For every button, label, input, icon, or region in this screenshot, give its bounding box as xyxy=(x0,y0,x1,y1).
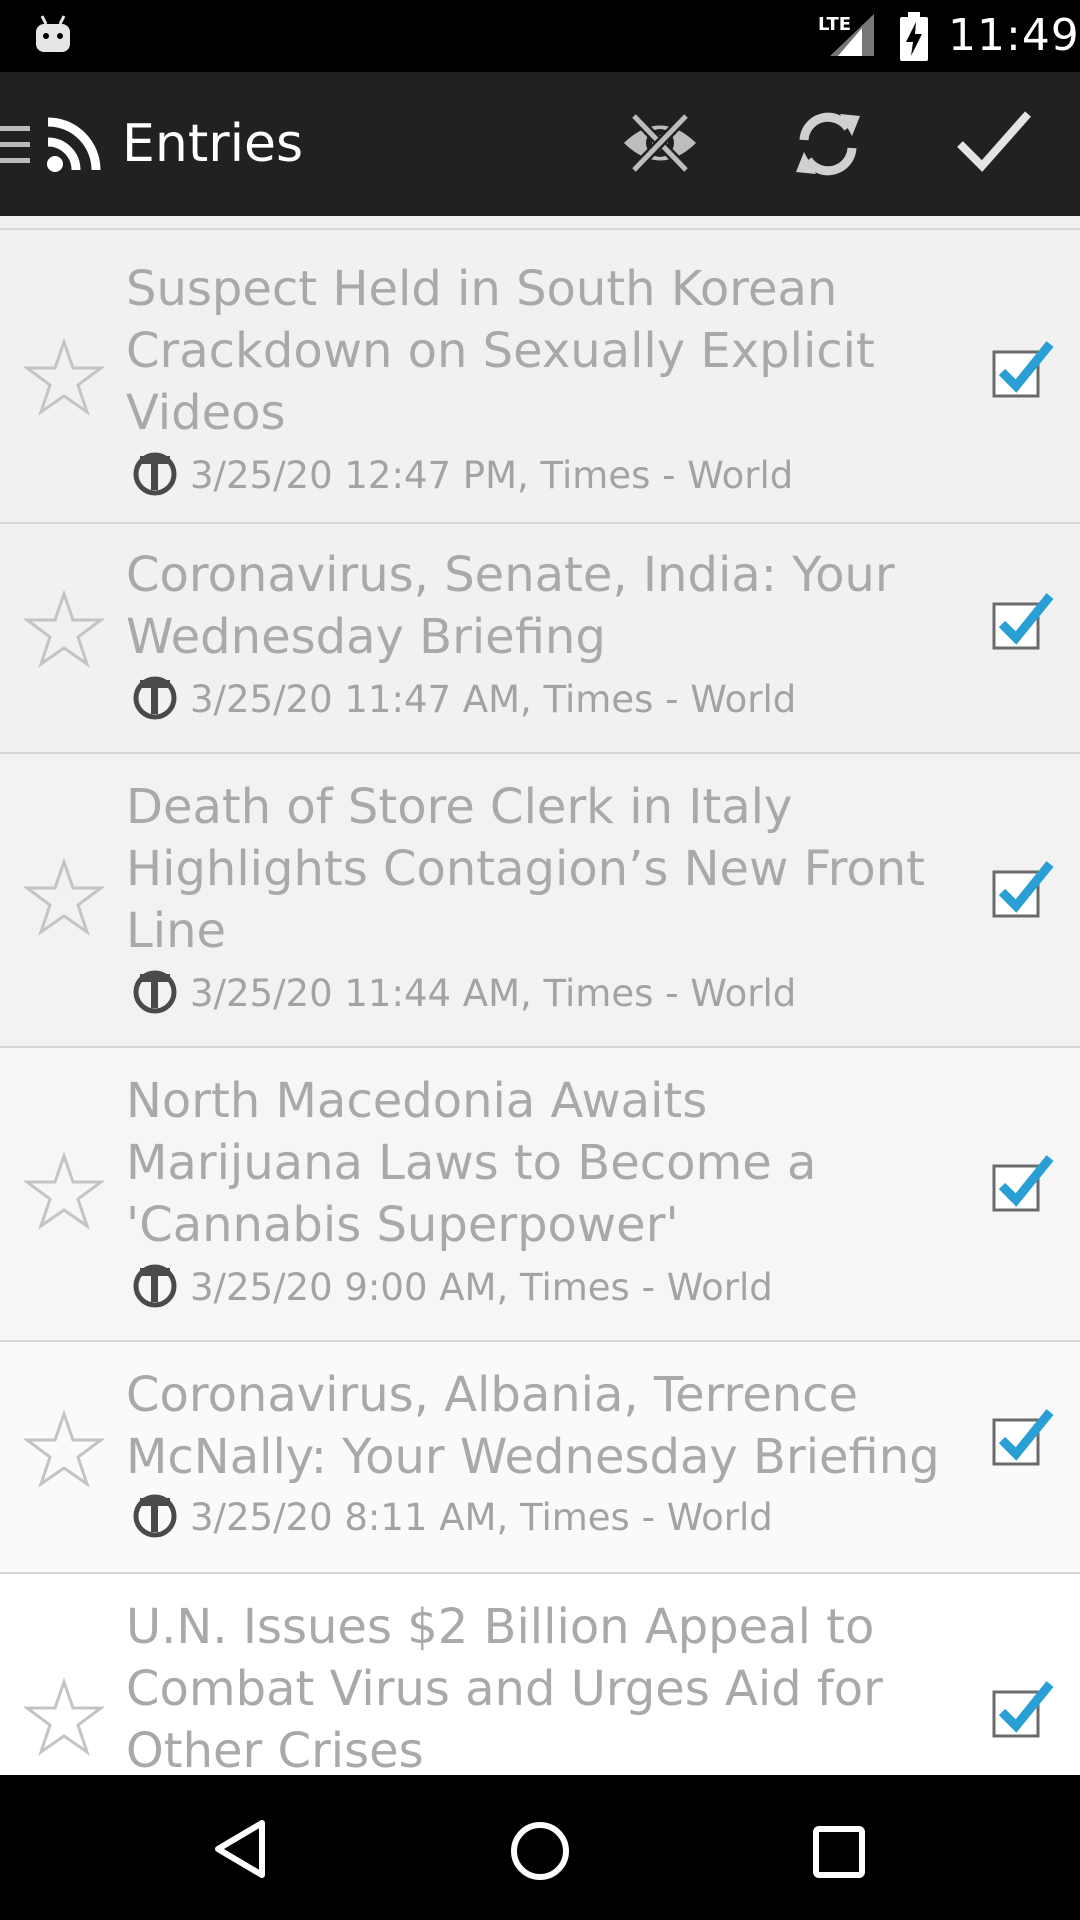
list-header-divider xyxy=(0,216,1080,230)
status-bar: LTE 11:49 xyxy=(0,0,1080,72)
battery-charging-icon xyxy=(900,12,928,61)
read-checkbox[interactable] xyxy=(990,858,1056,924)
entry-title: Coronavirus, Senate, India: Your Wednesd… xyxy=(126,547,895,665)
star-icon[interactable] xyxy=(24,590,104,670)
star-icon[interactable] xyxy=(24,858,104,938)
star-icon[interactable] xyxy=(24,1152,104,1232)
entry-title: Suspect Held in South Korean Crackdown o… xyxy=(126,261,875,441)
mark-all-read-icon[interactable] xyxy=(956,108,1032,172)
star-icon[interactable] xyxy=(24,1678,104,1758)
svg-text:LTE: LTE xyxy=(818,14,851,35)
star-icon[interactable] xyxy=(24,1410,104,1490)
star-icon[interactable] xyxy=(24,338,104,418)
entry-meta: 3/25/20 11:44 AM, Times - World xyxy=(190,972,797,1015)
read-checkbox[interactable] xyxy=(990,590,1056,656)
entry-title: North Macedonia Awaits Marijuana Laws to… xyxy=(126,1073,817,1253)
entry-list[interactable]: Suspect Held in South Korean Crackdown o… xyxy=(0,230,1080,1775)
read-checkbox[interactable] xyxy=(990,1152,1056,1218)
android-notification-icon xyxy=(36,15,70,52)
page-title: Entries xyxy=(122,114,304,174)
menu-icon[interactable] xyxy=(0,122,34,168)
rss-feed-icon[interactable] xyxy=(46,114,102,174)
entry-title: Coronavirus, Albania, Terrence McNally: … xyxy=(126,1367,940,1485)
back-icon[interactable] xyxy=(212,1819,268,1879)
entry-meta: 3/25/20 11:47 AM, Times - World xyxy=(190,678,797,721)
nyt-logo-icon xyxy=(133,1264,177,1308)
entry-title: Death of Store Clerk in Italy Highlights… xyxy=(126,779,925,959)
read-checkbox[interactable] xyxy=(990,338,1056,404)
entry-meta: 3/25/20 12:47 PM, Times - World xyxy=(190,454,794,497)
nyt-logo-icon xyxy=(133,452,177,496)
list-item[interactable]: North Macedonia Awaits Marijuana Laws to… xyxy=(0,1048,1080,1342)
list-item[interactable]: Death of Store Clerk in Italy Highlights… xyxy=(0,754,1080,1048)
read-checkbox[interactable] xyxy=(990,1406,1056,1472)
list-item[interactable]: U.N. Issues $2 Billion Appeal to Combat … xyxy=(0,1574,1080,1775)
read-checkbox[interactable] xyxy=(990,1678,1056,1744)
home-icon[interactable] xyxy=(508,1819,572,1883)
app-bar: Entries xyxy=(0,72,1080,216)
nyt-logo-icon xyxy=(133,970,177,1014)
list-item[interactable]: Suspect Held in South Korean Crackdown o… xyxy=(0,230,1080,524)
list-item[interactable]: Coronavirus, Senate, India: Your Wednesd… xyxy=(0,524,1080,754)
refresh-icon[interactable] xyxy=(790,106,866,182)
list-item[interactable]: Coronavirus, Albania, Terrence McNally: … xyxy=(0,1342,1080,1574)
nyt-logo-icon xyxy=(133,676,177,720)
hide-read-icon[interactable] xyxy=(620,108,700,178)
nyt-logo-icon xyxy=(133,1494,177,1538)
navigation-bar xyxy=(0,1775,1080,1920)
recents-icon[interactable] xyxy=(812,1825,866,1879)
clock: 11:49 xyxy=(948,10,1080,61)
entry-meta: 3/25/20 9:00 AM, Times - World xyxy=(190,1266,773,1309)
entry-title: U.N. Issues $2 Billion Appeal to Combat … xyxy=(126,1599,883,1775)
entry-meta: 3/25/20 8:11 AM, Times - World xyxy=(190,1496,773,1539)
lte-signal-icon: LTE xyxy=(818,14,874,56)
